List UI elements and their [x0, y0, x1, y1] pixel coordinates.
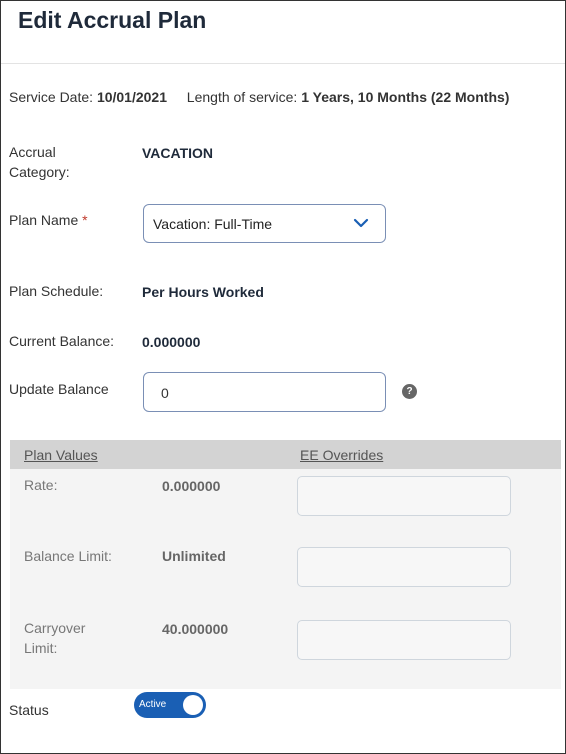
service-date-label: Service Date:: [9, 89, 94, 105]
update-balance-label: Update Balance: [9, 381, 109, 397]
status-toggle[interactable]: Active: [134, 692, 206, 718]
help-icon[interactable]: ?: [402, 384, 417, 399]
length-of-service-label: Length of service:: [186, 89, 298, 105]
toggle-knob: [183, 695, 203, 715]
plan-schedule-value: Per Hours Worked: [142, 284, 264, 300]
service-date-value: 10/01/2021: [96, 89, 168, 105]
length-of-service-value: 1 Years, 10 Months (22 Months): [301, 89, 510, 105]
plan-name-label: Plan Name *: [9, 212, 88, 228]
service-info: Service Date: 10/01/2021 Length of servi…: [9, 89, 509, 105]
plan-values-column-link[interactable]: Plan Values: [24, 447, 98, 463]
current-balance-label: Current Balance:: [9, 333, 115, 349]
current-balance-value: 0.000000: [142, 334, 201, 350]
carryover-limit-label: Carryover Limit:: [24, 620, 86, 656]
plan-name-selected-value: Vacation: Full-Time: [153, 216, 273, 232]
ee-overrides-column-link[interactable]: EE Overrides: [300, 447, 383, 463]
carryover-limit-override-input[interactable]: [297, 620, 511, 660]
dialog-header: Edit Accrual Plan: [1, 1, 565, 64]
balance-limit-override-input[interactable]: [297, 547, 511, 587]
accrual-category-value: VACATION: [142, 145, 214, 161]
status-toggle-label: Active: [139, 699, 167, 710]
plan-schedule-label: Plan Schedule:: [9, 283, 104, 299]
page-title: Edit Accrual Plan: [18, 7, 207, 33]
rate-override-input[interactable]: [297, 476, 511, 516]
rate-value: 0.000000: [162, 478, 221, 494]
update-balance-input[interactable]: 0: [143, 372, 386, 412]
balance-limit-value: Unlimited: [162, 548, 226, 564]
update-balance-value: 0: [161, 385, 169, 401]
chevron-down-icon: [353, 218, 369, 228]
balance-limit-label: Balance Limit:: [24, 548, 112, 564]
plan-values-panel: Plan Values EE Overrides Rate: 0.000000 …: [10, 440, 561, 689]
plan-values-header: Plan Values EE Overrides: [10, 440, 561, 469]
status-label: Status: [9, 702, 49, 718]
required-marker: *: [82, 212, 88, 228]
accrual-category-label: Accrual Category:: [9, 144, 70, 180]
carryover-limit-value: 40.000000: [162, 621, 229, 637]
rate-label: Rate:: [24, 477, 58, 493]
plan-name-select[interactable]: Vacation: Full-Time: [143, 204, 386, 243]
edit-accrual-plan-dialog: Edit Accrual Plan Service Date: 10/01/20…: [0, 0, 566, 754]
